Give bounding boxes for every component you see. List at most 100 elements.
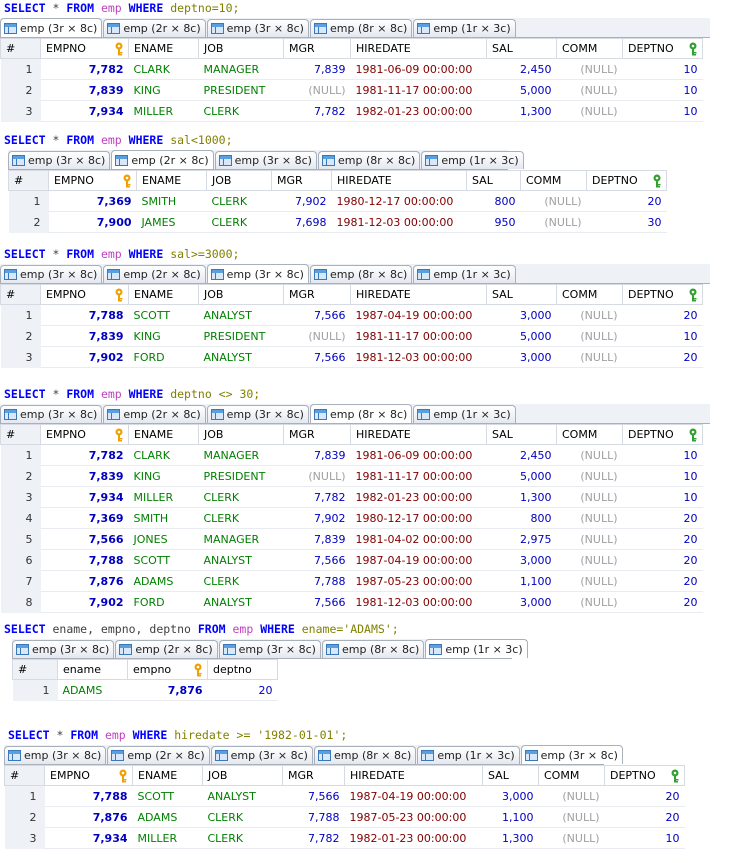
table-cell[interactable]: 5,000 xyxy=(486,325,557,347)
result-tab[interactable]: emp (8r × 8c) xyxy=(317,151,421,169)
table-cell[interactable]: 7,788 xyxy=(283,570,351,592)
table-cell[interactable]: CLERK xyxy=(198,570,284,592)
table-cell[interactable]: 7,788 xyxy=(40,549,129,571)
table-cell[interactable]: 7,902 xyxy=(271,190,332,212)
table-cell[interactable]: 7,934 xyxy=(40,486,129,508)
table-cell[interactable]: 5,000 xyxy=(486,79,557,101)
table-cell[interactable]: (NULL) xyxy=(556,570,623,592)
table-cell[interactable]: 2,450 xyxy=(486,444,557,466)
table-cell[interactable]: 7,839 xyxy=(283,528,351,550)
table-cell[interactable]: (NULL) xyxy=(556,528,623,550)
table-cell[interactable]: SMITH xyxy=(136,190,207,212)
table-cell[interactable]: (NULL) xyxy=(556,304,623,326)
table-cell[interactable]: ANALYST xyxy=(198,304,284,326)
table-row[interactable]: 3 7,934 MILLER CLERK 7,782 1982-01-23 00:00:0… xyxy=(0,100,703,122)
column-header[interactable]: COMM xyxy=(556,38,623,59)
table-cell[interactable]: (NULL) xyxy=(556,79,623,101)
column-header[interactable]: JOB xyxy=(198,38,284,59)
table-cell[interactable]: 1987-04-19 00:00:00 xyxy=(350,304,487,326)
table-cell[interactable]: (NULL) xyxy=(520,211,587,233)
table-row[interactable]: 1 7,788 SCOTT ANALYST 7,566 1987-04-19 00:00:… xyxy=(0,304,703,326)
result-tab[interactable]: emp (3r × 8c) xyxy=(4,746,107,764)
result-tab[interactable]: emp (1r × 3c) xyxy=(413,19,516,37)
table-cell[interactable]: 7,839 xyxy=(40,79,129,101)
table-cell[interactable]: CLERK xyxy=(206,190,272,212)
table-cell[interactable]: (NULL) xyxy=(556,486,623,508)
table-cell[interactable]: 10 xyxy=(604,827,685,849)
column-header[interactable]: SAL xyxy=(482,765,539,786)
table-cell[interactable]: 7,698 xyxy=(271,211,332,233)
table-cell[interactable]: CLERK xyxy=(202,806,283,828)
table-cell[interactable]: 7,566 xyxy=(283,591,351,613)
column-header[interactable]: EMPNO xyxy=(44,765,133,786)
column-header[interactable]: JOB xyxy=(198,284,284,305)
table-cell[interactable]: 1981-04-02 00:00:00 xyxy=(350,528,487,550)
table-cell[interactable]: 1981-06-09 00:00:00 xyxy=(350,444,487,466)
table-cell[interactable]: 3,000 xyxy=(482,785,539,807)
column-header[interactable]: EMPNO xyxy=(40,424,129,445)
table-cell[interactable]: JONES xyxy=(128,528,199,550)
table-row[interactable]: 1 7,782 CLARK MANAGER 7,839 1981-06-09 00:00:… xyxy=(0,444,703,466)
table-cell[interactable]: 1981-11-17 00:00:00 xyxy=(350,325,487,347)
table-cell[interactable]: 1,300 xyxy=(486,100,557,122)
table-cell[interactable]: 7,934 xyxy=(44,827,133,849)
table-cell[interactable]: 7,876 xyxy=(40,570,129,592)
table-cell[interactable]: 1980-12-17 00:00:00 xyxy=(350,507,487,529)
table-cell[interactable]: 2,975 xyxy=(486,528,557,550)
table-cell[interactable]: 20 xyxy=(604,806,685,828)
table-cell[interactable]: MILLER xyxy=(132,827,203,849)
table-cell[interactable]: 950 xyxy=(466,211,521,233)
result-tab[interactable]: emp (2r × 8c) xyxy=(103,405,206,423)
table-cell[interactable]: 1981-06-09 00:00:00 xyxy=(350,58,487,80)
table-cell[interactable]: (NULL) xyxy=(556,444,623,466)
result-tab[interactable]: emp (2r × 8c) xyxy=(103,19,206,37)
result-tab[interactable]: emp (3r × 8c) xyxy=(12,640,115,658)
table-cell[interactable]: 1987-05-23 00:00:00 xyxy=(344,806,483,828)
sql-statement[interactable]: SELECT * FROM emp WHERE deptno <> 30; xyxy=(0,386,710,402)
column-header[interactable]: ename xyxy=(57,659,128,680)
table-cell[interactable]: 1981-12-03 00:00:00 xyxy=(350,346,487,368)
table-cell[interactable]: 10 xyxy=(622,325,703,347)
result-tab[interactable]: emp (3r × 8c) xyxy=(210,746,313,764)
column-header[interactable]: ENAME xyxy=(128,38,199,59)
table-cell[interactable]: MILLER xyxy=(128,486,199,508)
table-cell[interactable]: 1,300 xyxy=(486,486,557,508)
table-cell[interactable]: 7,839 xyxy=(283,58,351,80)
result-tab[interactable]: emp (3r × 8c) xyxy=(0,18,103,37)
table-cell[interactable]: ADAMS xyxy=(132,806,203,828)
column-header[interactable]: DEPTNO xyxy=(622,284,703,305)
table-row[interactable]: 1 ADAMS 7,876 20 xyxy=(12,679,278,701)
result-tab[interactable]: emp (8r × 8c) xyxy=(309,265,413,283)
table-cell[interactable]: (NULL) xyxy=(556,507,623,529)
table-cell[interactable]: 1980-12-17 00:00:00 xyxy=(331,190,467,212)
column-header[interactable]: MGR xyxy=(282,765,345,786)
table-cell[interactable]: 3,000 xyxy=(486,591,557,613)
table-cell[interactable]: PRESIDENT xyxy=(198,79,284,101)
table-cell[interactable]: SCOTT xyxy=(128,549,199,571)
table-cell[interactable]: 30 xyxy=(586,211,667,233)
table-cell[interactable]: 1982-01-23 00:00:00 xyxy=(350,486,487,508)
result-tab[interactable]: emp (3r × 8c) xyxy=(520,745,623,764)
result-tab[interactable]: emp (1r × 3c) xyxy=(413,405,516,423)
table-cell[interactable]: (NULL) xyxy=(283,465,351,487)
table-cell[interactable]: 800 xyxy=(466,190,521,212)
table-cell[interactable]: 7,876 xyxy=(127,679,208,701)
table-row[interactable]: 1 7,369 SMITH CLERK 7,902 1980-12-17 00:00:00… xyxy=(8,190,667,212)
table-cell[interactable]: 7,902 xyxy=(40,591,129,613)
result-tab[interactable]: emp (2r × 8c) xyxy=(107,746,210,764)
table-cell[interactable]: 20 xyxy=(604,785,685,807)
column-header[interactable]: HIREDATE xyxy=(331,170,467,191)
result-tab[interactable]: emp (1r × 3c) xyxy=(421,151,524,169)
table-cell[interactable]: (NULL) xyxy=(283,325,351,347)
table-cell[interactable]: 20 xyxy=(622,304,703,326)
column-header[interactable]: ENAME xyxy=(128,424,199,445)
table-cell[interactable]: 800 xyxy=(486,507,557,529)
column-header[interactable]: EMPNO xyxy=(40,284,129,305)
column-header[interactable]: SAL xyxy=(486,284,557,305)
table-cell[interactable]: (NULL) xyxy=(538,785,605,807)
column-header[interactable]: ENAME xyxy=(128,284,199,305)
table-cell[interactable]: JAMES xyxy=(136,211,207,233)
table-cell[interactable]: 7,782 xyxy=(40,58,129,80)
column-header[interactable]: DEPTNO xyxy=(622,38,703,59)
sql-statement[interactable]: SELECT * FROM emp WHERE sal<1000; xyxy=(0,132,667,148)
